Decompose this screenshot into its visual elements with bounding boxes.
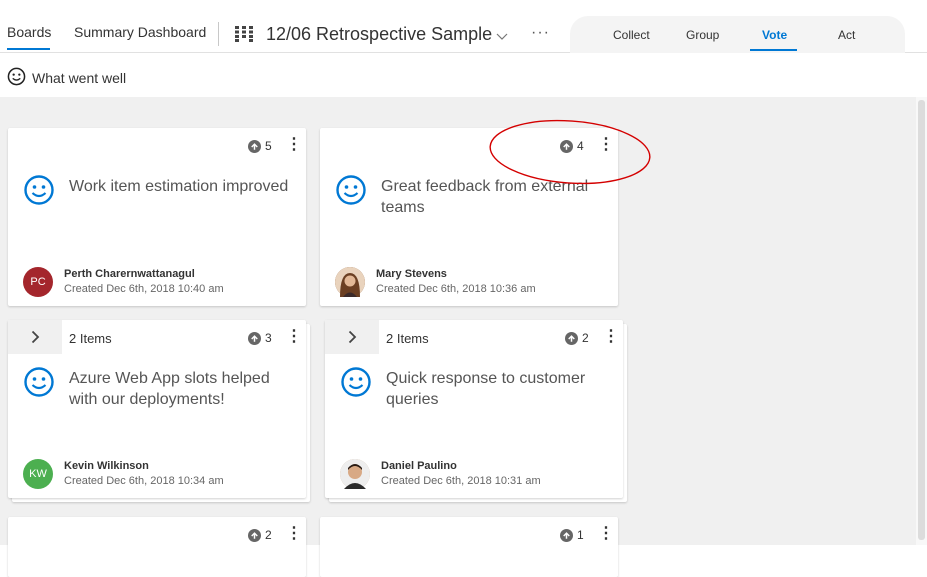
- tab-vote[interactable]: Vote: [762, 28, 787, 42]
- person-photo-icon: [335, 267, 365, 297]
- tab-boards[interactable]: Boards: [7, 24, 51, 40]
- author-name: Kevin Wilkinson: [64, 460, 149, 472]
- smiley-icon: [340, 366, 372, 403]
- vote-button[interactable]: 3: [248, 331, 272, 345]
- avatar: PC: [23, 267, 53, 297]
- smiley-icon: [335, 174, 367, 211]
- chevron-right-icon: [31, 330, 39, 344]
- card-menu-button[interactable]: ⋮: [286, 329, 302, 345]
- vote-button[interactable]: 2: [248, 528, 272, 542]
- upvote-icon: [565, 331, 578, 345]
- card-menu-button[interactable]: ⋮: [598, 526, 614, 542]
- vote-button[interactable]: 1: [560, 528, 584, 542]
- feedback-card[interactable]: 2 ⋮: [8, 517, 306, 577]
- person-photo-icon: [340, 459, 370, 489]
- card-menu-button[interactable]: ⋮: [286, 526, 302, 542]
- smiley-icon: [23, 366, 55, 403]
- group-item-count: 2 Items: [386, 331, 429, 346]
- created-date: Created Dec 6th, 2018 10:31 am: [381, 475, 541, 487]
- grouped-feedback-card[interactable]: 2 Items 3 ⋮ Azure Web App slots helped w…: [8, 320, 306, 498]
- feedback-card[interactable]: 5 ⋮ Work item estimation improved PC Per…: [8, 128, 306, 306]
- tab-boards-underline: [7, 48, 50, 50]
- author-name: Mary Stevens: [376, 268, 447, 280]
- grouped-feedback-card[interactable]: 2 Items 2 ⋮ Quick response to customer q…: [325, 320, 623, 498]
- card-text[interactable]: Quick response to customer queries: [386, 368, 616, 410]
- card-menu-button[interactable]: ⋮: [603, 329, 619, 345]
- author-name: Daniel Paulino: [381, 460, 457, 472]
- avatar: [340, 459, 370, 489]
- upvote-icon: [248, 139, 261, 153]
- chevron-right-icon: [348, 330, 356, 344]
- author-name: Perth Charernwattanagul: [64, 268, 195, 280]
- avatar: KW: [23, 459, 53, 489]
- card-text[interactable]: Azure Web App slots helped with our depl…: [69, 368, 299, 410]
- feedback-card[interactable]: 1 ⋮: [320, 517, 618, 577]
- expand-group-button[interactable]: [325, 320, 379, 354]
- vote-count: 3: [265, 331, 272, 345]
- more-options-button[interactable]: ···: [531, 24, 550, 42]
- tab-group[interactable]: Group: [686, 28, 719, 42]
- card-text[interactable]: Work item estimation improved: [69, 176, 299, 197]
- vote-button[interactable]: 2: [565, 331, 589, 345]
- board-grid-icon: [235, 26, 253, 47]
- chevron-down-icon[interactable]: [496, 28, 508, 46]
- upvote-icon: [248, 331, 261, 345]
- created-date: Created Dec 6th, 2018 10:40 am: [64, 283, 224, 295]
- vote-count: 1: [577, 528, 584, 542]
- column-title: What went well: [32, 70, 127, 86]
- avatar: [335, 267, 365, 297]
- expand-group-button[interactable]: [8, 320, 62, 354]
- annotation-ellipse: [489, 119, 651, 185]
- upvote-icon: [248, 528, 261, 542]
- tab-act[interactable]: Act: [838, 28, 855, 42]
- tab-vote-underline: [750, 49, 797, 51]
- vote-count: 2: [265, 528, 272, 542]
- smiley-icon: [23, 174, 55, 211]
- tab-summary-dashboard[interactable]: Summary Dashboard: [74, 24, 206, 40]
- tab-collect[interactable]: Collect: [613, 28, 650, 42]
- created-date: Created Dec 6th, 2018 10:34 am: [64, 475, 224, 487]
- vote-button[interactable]: 5: [248, 139, 272, 153]
- smiley-icon: [7, 67, 26, 91]
- scrollbar-thumb[interactable]: [918, 100, 925, 540]
- vote-count: 5: [265, 139, 272, 153]
- board-title[interactable]: 12/06 Retrospective Sample: [266, 24, 492, 45]
- column-header: [0, 53, 927, 97]
- upvote-icon: [560, 528, 573, 542]
- vote-count: 2: [582, 331, 589, 345]
- top-bar: Boards Summary Dashboard 12/06 Retrospec…: [0, 0, 927, 54]
- group-item-count: 2 Items: [69, 331, 112, 346]
- card-menu-button[interactable]: ⋮: [286, 137, 302, 153]
- header-divider: [218, 22, 219, 46]
- created-date: Created Dec 6th, 2018 10:36 am: [376, 283, 536, 295]
